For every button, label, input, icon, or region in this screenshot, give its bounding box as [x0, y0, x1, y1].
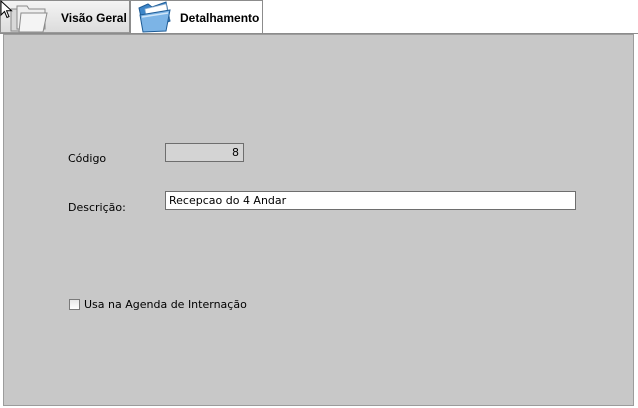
codigo-field[interactable]: 8 — [165, 143, 244, 162]
descricao-label: Descrição: — [68, 201, 126, 214]
tab-visao-geral[interactable]: Visão Geral — [0, 0, 130, 33]
codigo-label: Código — [68, 152, 107, 165]
usa-agenda-label[interactable]: Usa na Agenda de Internação — [84, 298, 247, 311]
usa-agenda-checkbox[interactable] — [69, 299, 80, 310]
detail-panel — [3, 34, 634, 406]
descricao-field[interactable]: Recepcao do 4 Andar — [165, 191, 576, 210]
tab-strip: Visão Geral Detalhamento — [0, 0, 638, 34]
tab-detalhamento-label: Detalhamento — [180, 11, 260, 25]
mouse-cursor-icon — [0, 0, 14, 23]
open-folder-icon — [136, 1, 176, 36]
tab-visao-geral-label: Visão Geral — [61, 11, 127, 25]
tab-detalhamento[interactable]: Detalhamento — [130, 0, 263, 34]
